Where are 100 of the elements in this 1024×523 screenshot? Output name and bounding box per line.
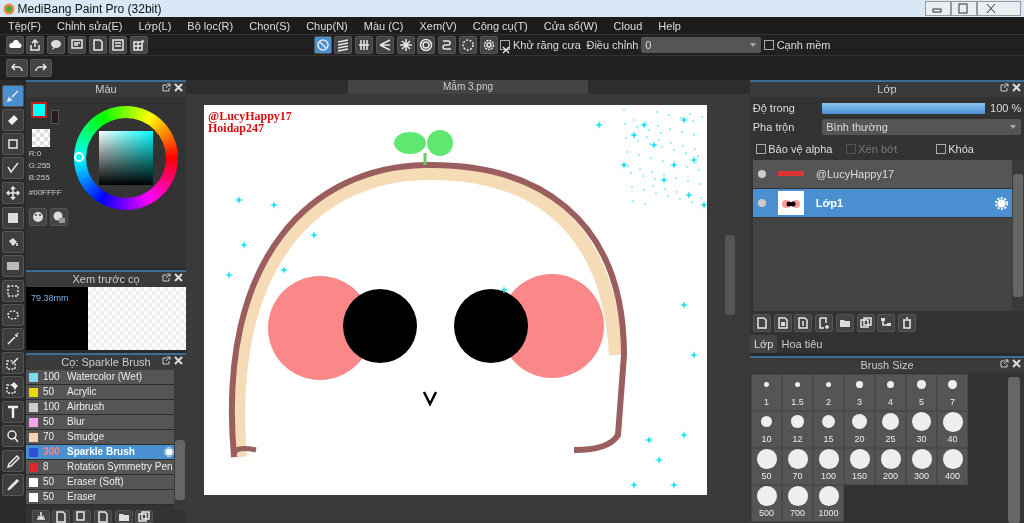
tool-button[interactable]: [2, 206, 24, 229]
brush-list-item[interactable]: 50 Eraser: [26, 490, 174, 505]
brush-size-option[interactable]: 3: [844, 374, 875, 411]
brush-size-option[interactable]: 20: [844, 411, 875, 448]
brush-size-option[interactable]: 50: [751, 448, 782, 485]
undock-icon[interactable]: [1000, 359, 1009, 368]
tool-button[interactable]: [2, 449, 24, 472]
blend-mode-dropdown[interactable]: Bình thường: [822, 119, 1022, 136]
brush-list-item[interactable]: 8 Rotation Symmetry Pen: [26, 460, 174, 475]
menu-item[interactable]: Công cụ(T): [464, 17, 536, 34]
panel-tab[interactable]: Hoa tiêu: [777, 334, 827, 354]
brush-list-item[interactable]: 50 Eraser (Soft): [26, 475, 174, 490]
undock-icon[interactable]: [1000, 83, 1009, 92]
snap-button[interactable]: [417, 36, 436, 54]
tool-button[interactable]: [2, 132, 24, 155]
menu-item[interactable]: Cửa sổ(W): [535, 17, 606, 34]
layer-row[interactable]: @LucyHappy17: [752, 160, 1012, 190]
brush-size-option[interactable]: 150: [844, 448, 875, 485]
toolbar-button[interactable]: [5, 59, 28, 77]
brush-size-option[interactable]: 500: [751, 485, 782, 522]
brush-list-item[interactable]: 70 Smudge: [26, 430, 174, 445]
brush-size-option[interactable]: 400: [937, 448, 968, 485]
brush-toolbar-button[interactable]: [73, 510, 91, 523]
brush-toolbar-button[interactable]: [114, 510, 133, 523]
undock-icon[interactable]: [162, 83, 171, 92]
tool-button[interactable]: [2, 327, 24, 350]
close-icon[interactable]: [174, 273, 183, 283]
brush-size-option[interactable]: 5: [906, 374, 937, 411]
snap-button[interactable]: [355, 36, 373, 54]
toolbar-button[interactable]: [47, 36, 65, 54]
brush-size-option[interactable]: 12: [782, 411, 813, 448]
option-checkbox[interactable]: [935, 144, 946, 155]
layer-toolbar-button[interactable]: [794, 314, 813, 332]
toolbar-button[interactable]: [5, 36, 24, 54]
snap-button[interactable]: [479, 36, 498, 54]
toolbar-button[interactable]: [109, 36, 128, 54]
close-icon[interactable]: [1012, 359, 1021, 368]
undock-icon[interactable]: [162, 356, 171, 365]
scrollbar[interactable]: [1008, 377, 1020, 523]
menu-item[interactable]: Bộ lọc(R): [179, 17, 242, 34]
snap-button[interactable]: [375, 36, 394, 54]
snap-button[interactable]: [438, 36, 456, 54]
snap-button[interactable]: [396, 36, 415, 54]
foreground-color-swatch[interactable]: [30, 101, 47, 118]
brush-size-option[interactable]: 200: [875, 448, 906, 485]
menu-item[interactable]: Lớp(L): [130, 17, 180, 34]
adjust-dropdown[interactable]: 0: [641, 37, 762, 53]
snap-button[interactable]: [334, 36, 353, 54]
brush-list-item[interactable]: 50 Blur: [26, 415, 174, 430]
toolbar-button[interactable]: [67, 36, 86, 54]
close-button[interactable]: [977, 1, 1022, 16]
panel-tab[interactable]: Lớp: [750, 334, 778, 354]
toolbar-button[interactable]: [30, 59, 53, 77]
tool-button[interactable]: [2, 473, 24, 496]
menu-item[interactable]: Màu (C): [355, 17, 412, 34]
snap-button[interactable]: [458, 36, 477, 54]
tool-button[interactable]: [2, 303, 24, 326]
toolbar-button[interactable]: [88, 36, 107, 54]
brush-toolbar-button[interactable]: [31, 510, 50, 523]
brush-list-item[interactable]: 50 Acrylic: [26, 385, 174, 400]
brush-size-option[interactable]: 30: [906, 411, 937, 448]
layer-toolbar-button[interactable]: [856, 314, 875, 332]
tool-button[interactable]: [2, 156, 24, 179]
brush-size-option[interactable]: 70: [782, 448, 813, 485]
layer-toolbar-button[interactable]: [752, 314, 771, 332]
tool-button[interactable]: [2, 351, 24, 374]
drawing-canvas[interactable]: @LucyHappy17 Hoidap247: [204, 105, 707, 495]
brush-toolbar-button[interactable]: [52, 510, 71, 523]
brush-size-option[interactable]: 4: [875, 374, 906, 411]
brush-size-option[interactable]: 300: [906, 448, 937, 485]
soft-edge-checkbox[interactable]: [763, 40, 774, 50]
tool-button[interactable]: [2, 181, 24, 204]
background-color-swatch[interactable]: [50, 109, 59, 124]
brush-size-option[interactable]: 1.5: [782, 374, 813, 411]
brush-size-option[interactable]: 15: [813, 411, 844, 448]
snap-button[interactable]: [313, 36, 332, 54]
brush-size-option[interactable]: 100: [813, 448, 844, 485]
menu-item[interactable]: Cloud: [605, 17, 651, 34]
menu-item[interactable]: Chụp(N): [298, 17, 356, 34]
tool-button[interactable]: [2, 108, 24, 131]
tool-button[interactable]: [2, 375, 24, 398]
brush-size-option[interactable]: 10: [751, 411, 782, 448]
brush-size-option[interactable]: 1000: [813, 485, 844, 522]
brush-size-option[interactable]: 2: [813, 374, 844, 411]
close-icon[interactable]: [174, 356, 183, 365]
tool-button[interactable]: [2, 84, 24, 107]
layer-toolbar-button[interactable]: [898, 314, 916, 332]
scrollbar[interactable]: [1012, 160, 1024, 312]
menu-item[interactable]: Chọn(S): [241, 17, 299, 34]
palette-button[interactable]: [49, 207, 68, 226]
tool-button[interactable]: [2, 279, 24, 302]
layer-toolbar-button[interactable]: [835, 314, 854, 332]
layer-toolbar-button[interactable]: [815, 314, 833, 332]
close-icon[interactable]: [1012, 83, 1021, 92]
tool-button[interactable]: [2, 400, 24, 423]
brush-toolbar-button[interactable]: [135, 510, 154, 523]
option-checkbox[interactable]: [755, 144, 766, 155]
tool-button[interactable]: [2, 230, 24, 253]
document-tab[interactable]: Mẫm 3.png: [348, 80, 588, 94]
menu-item[interactable]: Xem(V): [411, 17, 465, 34]
